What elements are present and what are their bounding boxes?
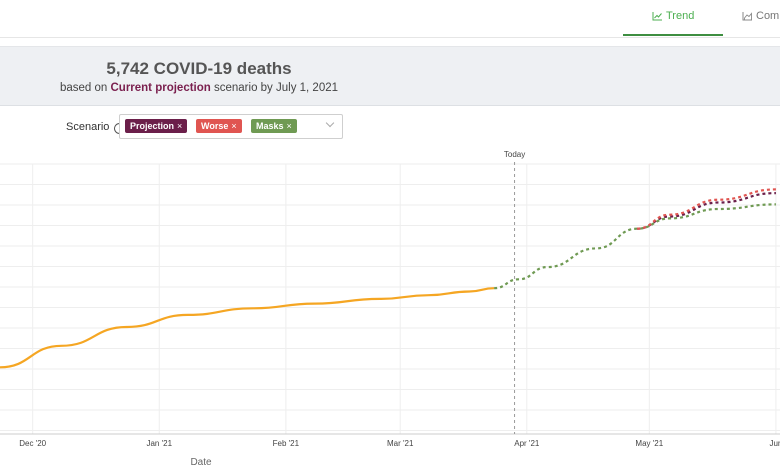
x-tick-label: Jan '21	[146, 439, 172, 448]
summary-scenario: Current projection	[110, 82, 211, 94]
x-tick-label: Mar '21	[387, 439, 414, 448]
scenario-label: Scenario i	[66, 121, 126, 134]
scenario-label-text: Scenario	[66, 121, 110, 133]
remove-projection-icon[interactable]: ×	[177, 121, 182, 131]
area-chart-icon	[742, 12, 752, 21]
death-label: COVID-19 deaths	[153, 59, 292, 78]
chip-worse[interactable]: Worse ×	[196, 119, 242, 133]
x-tick-label: Jun	[769, 439, 780, 448]
tab-compare-label: Com	[756, 10, 780, 22]
tab-trend[interactable]: Trend	[652, 10, 694, 22]
summary-title: 5,742 COVID-19 deaths	[0, 59, 398, 79]
summary-suffix: scenario by July 1, 2021	[214, 82, 339, 94]
x-tick-label: Dec '20	[19, 439, 46, 448]
today-label: Today	[504, 150, 525, 159]
x-tick-label: Feb '21	[273, 439, 300, 448]
chip-masks[interactable]: Masks ×	[251, 119, 297, 133]
chip-worse-label: Worse	[201, 121, 229, 131]
projection-series-line	[637, 188, 776, 230]
summary-subtitle: based on Current projection scenario by …	[0, 82, 398, 94]
trend-chart: Dec '20 Jan '21 Feb '21 Mar '21 Apr '21 May '…	[0, 150, 780, 468]
remove-masks-icon[interactable]: ×	[287, 121, 292, 131]
tab-trend-label: Trend	[666, 10, 695, 22]
line-chart-icon	[652, 12, 662, 21]
remove-worse-icon[interactable]: ×	[231, 121, 236, 131]
tab-compare[interactable]: Com	[742, 10, 779, 22]
chevron-down-icon[interactable]	[325, 118, 335, 128]
projection-series-line	[637, 192, 776, 230]
chip-projection-label: Projection	[130, 121, 175, 131]
active-tab-indicator	[623, 34, 723, 36]
x-axis-title: Date	[190, 457, 212, 468]
scenario-multiselect[interactable]: Projection × Worse × Masks ×	[119, 114, 343, 139]
x-tick-label: Apr '21	[514, 439, 540, 448]
death-count: 5,742	[106, 59, 149, 78]
tab-bar: Trend Com	[0, 0, 780, 38]
summary-prefix: based on	[59, 82, 108, 94]
x-tick-label: May '21	[635, 439, 663, 448]
chip-masks-label: Masks	[256, 121, 284, 131]
projection-summary: 5,742 COVID-19 deaths based on Current p…	[0, 46, 780, 106]
chip-projection[interactable]: Projection ×	[125, 119, 188, 133]
